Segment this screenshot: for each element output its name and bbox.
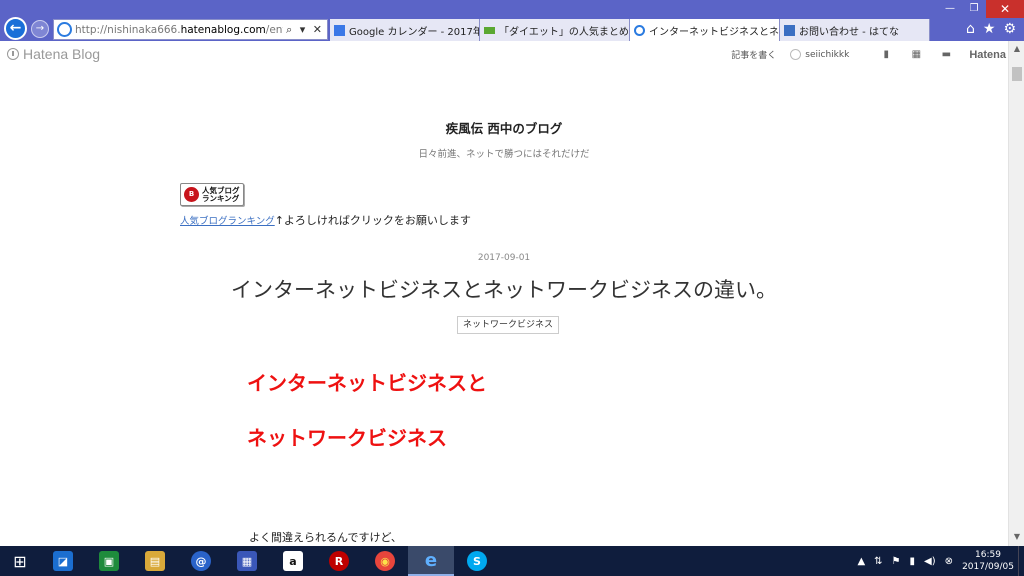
ranking-banner-text: 人気ブログ ランキング (202, 185, 240, 203)
file-explorer-icon: ▤ (145, 551, 165, 571)
taskbar-clock[interactable]: 16:59 2017/09/05 (962, 549, 1014, 573)
action-center-flag-icon[interactable]: ⚑ (892, 556, 901, 567)
taskbar-app-mail[interactable]: @ (178, 546, 224, 576)
ranking-badge-icon: B (184, 187, 199, 202)
ie-favicon-icon (634, 24, 645, 36)
favorites-icon[interactable]: ★ (983, 21, 996, 37)
volume-icon[interactable]: ◀) (924, 556, 936, 567)
post-title[interactable]: インターネットビジネスとネットワークビジネスの違い。 (0, 274, 1008, 304)
matome-favicon-icon (484, 26, 495, 34)
ranking-message: 人気ブログランキング↑よろしければクリックをお願いします (180, 214, 471, 227)
hatena-logo-icon (7, 48, 19, 60)
vertical-scrollbar[interactable]: ▲ ▼ (1008, 41, 1024, 546)
taskbar-app-calculator[interactable]: ▦ (224, 546, 270, 576)
user-menu[interactable]: seiichikkk (790, 49, 849, 60)
hatena-blog-logo[interactable]: Hatena Blog (7, 46, 100, 62)
hatena-favicon-icon (784, 24, 795, 36)
tab-diet-matome[interactable]: 「ダイエット」の人気まとめ一覧 - ... (480, 19, 630, 41)
tray-chevron-icon[interactable]: ▲ (857, 556, 865, 567)
post-body-text: よく間違えられるんですけど、 (249, 531, 402, 544)
system-tray: ▲ ⇅ ⚑ ▮ ◀) ⊗ 16:59 2017/09/05 (857, 546, 1024, 576)
snipping-tool-icon: ◪ (53, 551, 73, 571)
windows-taskbar: ⊞ ◪ ▣ ▤ @ ▦ a R ◉ e S ▲ ⇅ ⚑ ▮ ◀) ⊗ 16:59… (0, 546, 1024, 576)
address-buttons[interactable]: ⌕ ▾ ✕ (283, 23, 327, 37)
notification-icon[interactable]: ▬ (939, 49, 953, 60)
skype-icon: S (467, 551, 487, 571)
ie-favicon-icon (57, 22, 72, 37)
close-window-button[interactable]: ✕ (986, 0, 1024, 18)
ranking-link[interactable]: 人気ブログランキング (180, 216, 275, 227)
taskbar-app-store[interactable]: ▣ (86, 546, 132, 576)
start-button[interactable]: ⊞ (0, 546, 40, 576)
blog-description: 日々前進、ネットで勝つにはそれだけだ (418, 149, 590, 160)
taskbar-app-rakuten[interactable]: R (316, 546, 362, 576)
tab-label: Google カレンダー - 2017年 9... (349, 26, 480, 38)
scroll-up-icon[interactable]: ▲ (1009, 41, 1024, 57)
tab-label: 「ダイエット」の人気まとめ一覧 - ... (499, 26, 629, 38)
post-date[interactable]: 2017-09-01 (0, 253, 1008, 263)
signal-icon[interactable]: ▮ (910, 556, 916, 567)
back-button[interactable]: ← (4, 17, 27, 40)
network-icon[interactable]: ⇅ (874, 556, 882, 567)
address-bar[interactable]: http://nishinaka666.hatenablog.com/entry… (53, 19, 328, 40)
tab-label: お問い合わせ - はてな (799, 26, 899, 38)
write-article-link[interactable]: 記事を書く (731, 48, 776, 61)
minimize-button[interactable]: — (938, 0, 962, 18)
window-controls: — ❐ ✕ (938, 0, 1024, 18)
taskbar-app-skype[interactable]: S (454, 546, 500, 576)
hatena-logo-text: Hatena Blog (23, 46, 101, 62)
taskbar-app-chrome[interactable]: ◉ (362, 546, 408, 576)
ranking-banner[interactable]: B 人気ブログ ランキング (180, 183, 244, 206)
tab-label: インターネットビジネスとネットワ... (649, 26, 779, 38)
browser-toolbar-icons: ⌂ ★ ⚙ (966, 21, 1016, 37)
calculator-icon: ▦ (237, 551, 257, 571)
store-icon: ▣ (99, 551, 119, 571)
blog-title[interactable]: 疾風伝 西中のブログ (0, 118, 1008, 137)
calendar-favicon-icon (334, 24, 345, 36)
clock-time: 16:59 (975, 550, 1001, 560)
taskbar-app-amazon[interactable]: a (270, 546, 316, 576)
restore-button[interactable]: ❐ (962, 0, 986, 18)
amazon-icon: a (283, 551, 303, 571)
avatar (790, 49, 802, 60)
tab-google-calendar[interactable]: Google カレンダー - 2017年 9... (330, 19, 480, 41)
username: seiichikkk (805, 49, 850, 60)
post-heading-line-1: インターネットビジネスと (247, 371, 487, 395)
category-tag[interactable]: ネットワークビジネス (457, 316, 560, 334)
tab-current-article[interactable]: インターネットビジネスとネットワ... ✕ (630, 19, 780, 41)
tab-hatena-contact[interactable]: お問い合わせ - はてな (780, 19, 930, 41)
apps-grid-icon[interactable]: ▦ (909, 49, 923, 60)
post-heading-line-2: ネットワークビジネス (247, 426, 447, 450)
home-icon[interactable]: ⌂ (966, 21, 975, 37)
settings-gear-icon[interactable]: ⚙ (1003, 21, 1016, 37)
taskbar-app-snipping[interactable]: ◪ (40, 546, 86, 576)
scroll-down-icon[interactable]: ▼ (1009, 530, 1024, 544)
message-icon[interactable]: ⊗ (945, 556, 953, 567)
bookmark-icon[interactable]: ▮ (879, 49, 893, 60)
scroll-thumb[interactable] (1012, 67, 1022, 81)
internet-explorer-icon: e (424, 549, 438, 571)
blog-content: 疾風伝 西中のブログ 日々前進、ネットで勝つにはそれだけだ B 人気ブログ ランキ… (0, 69, 1008, 546)
rakuten-icon: R (329, 551, 349, 571)
clock-date: 2017/09/05 (962, 562, 1014, 572)
taskbar-app-ie[interactable]: e (408, 546, 454, 576)
address-url[interactable]: http://nishinaka666.hatenablog.com/entry… (75, 24, 283, 36)
show-desktop-button[interactable] (1018, 546, 1024, 576)
hatena-header-right: 記事を書く seiichikkk ▮ ▦ ▬ Hatena (731, 48, 1006, 62)
forward-button[interactable]: → (31, 20, 49, 38)
browser-chrome: ← → http://nishinaka666.hatenablog.com/e… (0, 0, 1024, 41)
hatena-global-header: Hatena Blog 記事を書く seiichikkk ▮ ▦ ▬ Haten… (0, 41, 1008, 69)
chrome-icon: ◉ (375, 551, 395, 571)
mail-icon: @ (191, 551, 211, 571)
hatena-brand-link[interactable]: Hatena (969, 49, 1006, 61)
taskbar-app-explorer[interactable]: ▤ (132, 546, 178, 576)
